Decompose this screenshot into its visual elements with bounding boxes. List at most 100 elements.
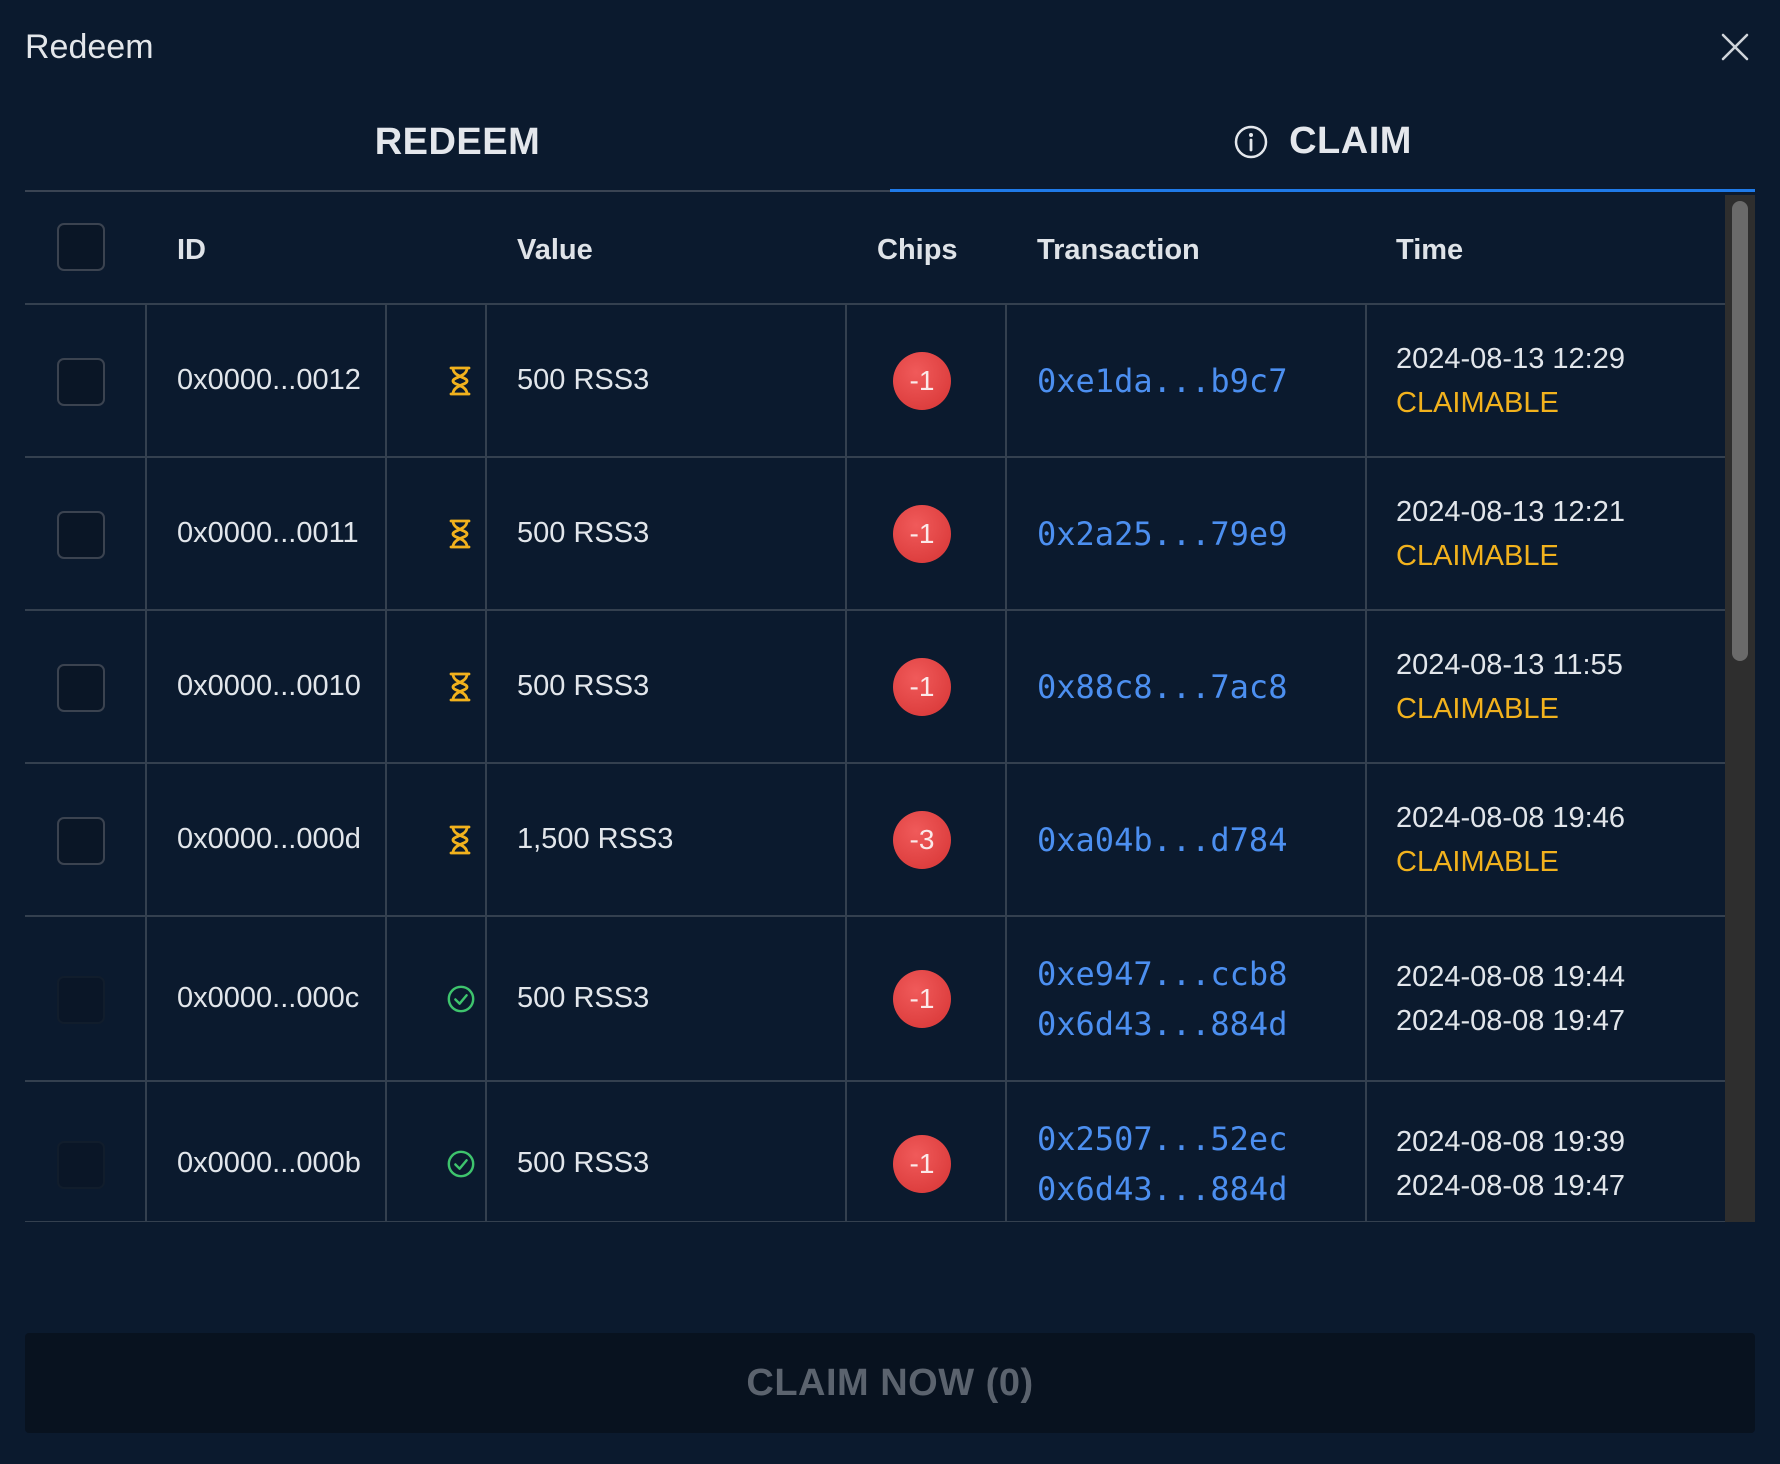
time-cell: 2024-08-08 19:46 CLAIMABLE <box>1396 764 1625 915</box>
transaction-cell: 0x2a25...79e9 <box>1037 458 1287 609</box>
tab-bar: REDEEM CLAIM <box>25 112 1755 192</box>
row-id: 0x0000...000c <box>177 982 360 1014</box>
status-cell <box>446 917 476 1080</box>
info-icon <box>1234 125 1268 158</box>
table-scrollbar[interactable] <box>1725 195 1755 1222</box>
row-value: 1,500 RSS3 <box>517 823 674 855</box>
row-checkbox <box>57 1140 105 1189</box>
row-checkbox <box>57 975 105 1024</box>
hourglass-icon <box>449 366 471 395</box>
chips-cell: -3 <box>893 764 951 915</box>
timestamp: 2024-08-13 11:55 <box>1396 648 1623 681</box>
transaction-link[interactable]: 0xe947...ccb8 <box>1037 949 1287 999</box>
row-id: 0x0000...0011 <box>177 517 359 549</box>
time-cell: 2024-08-13 12:21 CLAIMABLE <box>1396 458 1625 609</box>
header-transaction: Transaction <box>1037 233 1200 266</box>
transaction-cell: 0xe1da...b9c7 <box>1037 305 1287 456</box>
claimable-status: CLAIMABLE <box>1396 845 1559 878</box>
hourglass-icon <box>449 672 471 701</box>
column-divider <box>845 1082 847 1221</box>
header-chips: Chips <box>877 233 958 266</box>
select-all-checkbox[interactable] <box>57 223 105 271</box>
transaction-link[interactable]: 0x6d43...884d <box>1037 1164 1287 1214</box>
transaction-cell: 0xa04b...d784 <box>1037 764 1287 915</box>
tab-redeem[interactable]: REDEEM <box>25 112 890 192</box>
column-divider <box>145 1082 147 1221</box>
chips-cell: -1 <box>893 458 951 609</box>
column-divider <box>485 458 487 609</box>
chip-badge: -3 <box>893 810 951 869</box>
column-divider <box>845 458 847 609</box>
chips-cell: -1 <box>893 1082 951 1221</box>
timestamp: 2024-08-08 19:47 <box>1396 1004 1625 1037</box>
column-divider <box>1005 917 1007 1080</box>
claim-table: ID Value Chips Transaction Time 0x0000..… <box>25 195 1755 1222</box>
transaction-cell: 0xe947...ccb8 0x6d43...884d <box>1037 917 1287 1080</box>
transaction-link[interactable]: 0x6d43...884d <box>1037 999 1287 1049</box>
status-cell <box>446 1082 476 1221</box>
row-checkbox[interactable] <box>57 663 105 712</box>
row-value: 500 RSS3 <box>517 1147 650 1179</box>
close-button[interactable] <box>1718 30 1752 64</box>
row-checkbox[interactable] <box>57 357 105 406</box>
transaction-link[interactable]: 0x2a25...79e9 <box>1037 509 1287 559</box>
transaction-link[interactable]: 0xe1da...b9c7 <box>1037 356 1287 406</box>
claimable-status: CLAIMABLE <box>1396 692 1559 725</box>
timestamp: 2024-08-08 19:39 <box>1396 1125 1625 1158</box>
column-divider <box>385 917 387 1080</box>
scrollbar-thumb[interactable] <box>1732 201 1748 661</box>
column-divider <box>145 305 147 456</box>
row-value: 500 RSS3 <box>517 670 650 702</box>
column-divider <box>485 305 487 456</box>
timestamp: 2024-08-13 12:21 <box>1396 495 1625 528</box>
claim-now-button[interactable]: CLAIM NOW (0) <box>25 1333 1755 1433</box>
column-divider <box>385 458 387 609</box>
column-divider <box>1365 611 1367 762</box>
row-id: 0x0000...000d <box>177 823 361 855</box>
column-divider <box>385 1082 387 1221</box>
dialog-title: Redeem <box>25 28 154 66</box>
column-divider <box>845 764 847 915</box>
timestamp: 2024-08-13 12:29 <box>1396 342 1625 375</box>
table-row: 0x0000...0010 500 RSS3 -1 0x88c8...7ac8 202… <box>25 611 1725 764</box>
header-value: Value <box>517 233 593 266</box>
close-icon <box>1721 33 1749 61</box>
column-divider <box>1005 611 1007 762</box>
transaction-link[interactable]: 0x88c8...7ac8 <box>1037 662 1287 712</box>
time-cell: 2024-08-13 11:55 CLAIMABLE <box>1396 611 1623 762</box>
column-divider <box>1365 764 1367 915</box>
transaction-link[interactable]: 0x2507...52ec <box>1037 1114 1287 1164</box>
column-divider <box>845 305 847 456</box>
tab-redeem-label: REDEEM <box>374 120 541 163</box>
hourglass-icon <box>449 825 471 854</box>
chips-cell: -1 <box>893 611 951 762</box>
table-row: 0x0000...0011 500 RSS3 -1 0x2a25...79e9 202… <box>25 458 1725 611</box>
column-divider <box>485 764 487 915</box>
column-divider <box>145 458 147 609</box>
column-divider <box>145 917 147 1080</box>
status-cell <box>446 458 474 609</box>
time-cell: 2024-08-08 19:39 2024-08-08 19:47 <box>1396 1082 1625 1221</box>
chip-badge: -1 <box>893 1134 951 1193</box>
row-value: 500 RSS3 <box>517 982 650 1014</box>
row-checkbox[interactable] <box>57 816 105 865</box>
transaction-link[interactable]: 0xa04b...d784 <box>1037 815 1287 865</box>
column-divider <box>1365 917 1367 1080</box>
chip-badge: -1 <box>893 504 951 563</box>
tab-claim-label: CLAIM <box>1289 120 1412 162</box>
column-divider <box>145 764 147 915</box>
row-id: 0x0000...000b <box>177 1147 361 1179</box>
chip-badge: -1 <box>893 351 951 410</box>
row-checkbox[interactable] <box>57 510 105 559</box>
column-divider <box>1005 305 1007 456</box>
claimable-status: CLAIMABLE <box>1396 539 1559 572</box>
check-circle-icon <box>447 1150 475 1177</box>
column-divider <box>1365 458 1367 609</box>
column-divider <box>145 611 147 762</box>
time-cell: 2024-08-08 19:44 2024-08-08 19:47 <box>1396 917 1625 1080</box>
table-row: 0x0000...000b 500 RSS3 -1 0x2507...52ec 0x6… <box>25 1082 1725 1221</box>
tab-claim[interactable]: CLAIM <box>890 112 1755 192</box>
chip-badge: -1 <box>893 657 951 716</box>
row-value: 500 RSS3 <box>517 517 650 549</box>
chip-badge: -1 <box>893 969 951 1028</box>
